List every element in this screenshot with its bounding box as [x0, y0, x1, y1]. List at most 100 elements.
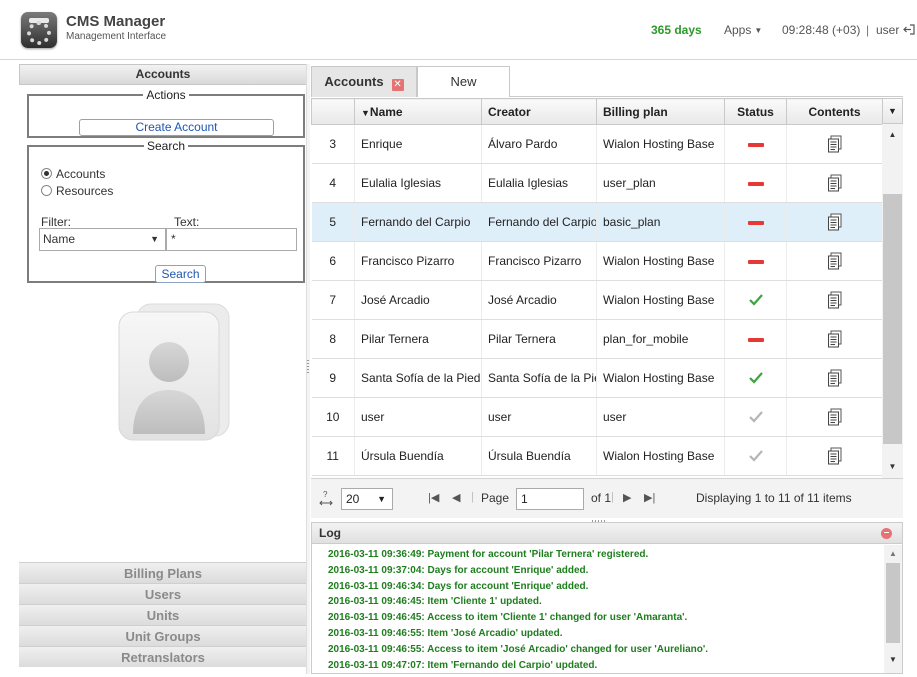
- log-panel: Log – 2016-03-11 09:36:49: Payment for a…: [311, 520, 903, 674]
- scroll-down-icon[interactable]: ▼: [884, 655, 902, 664]
- table-row[interactable]: 3 Enrique Álvaro Pardo Wialon Hosting Base: [311, 124, 883, 164]
- table-row[interactable]: 9 Santa Sofía de la Pied Santa Sofía de la…: [311, 358, 883, 398]
- table-row[interactable]: 11 Úrsula Buendía Úrsula Buendía Wialon Hos…: [311, 436, 883, 476]
- sidebar-item-unit-groups[interactable]: Unit Groups: [19, 625, 307, 646]
- status-blocked-icon[interactable]: [747, 337, 764, 342]
- status-blocked-icon[interactable]: [747, 142, 764, 147]
- scrollbar-thumb[interactable]: [883, 194, 902, 444]
- scroll-down-icon[interactable]: ▼: [882, 462, 903, 471]
- contents-cell[interactable]: [786, 358, 883, 398]
- row-number: 8: [311, 319, 355, 359]
- contents-cell[interactable]: [786, 202, 883, 242]
- contents-document-icon[interactable]: [827, 174, 843, 192]
- close-icon[interactable]: ✕: [391, 79, 404, 91]
- column-header-creator[interactable]: Creator: [481, 98, 597, 125]
- creator-cell: Fernando del Carpio: [481, 202, 597, 242]
- column-header-status[interactable]: Status: [724, 98, 787, 125]
- creator-cell: Úrsula Buendía: [481, 436, 597, 476]
- scrollbar-thumb[interactable]: [886, 563, 900, 643]
- column-header-contents[interactable]: Contents: [786, 98, 883, 125]
- days-remaining[interactable]: 365 days: [651, 23, 702, 37]
- logout-icon[interactable]: [903, 24, 915, 35]
- scroll-up-icon[interactable]: ▲: [882, 130, 903, 139]
- contents-document-icon[interactable]: [827, 213, 843, 231]
- contents-document-icon[interactable]: [827, 369, 843, 387]
- table-row[interactable]: 7 José Arcadio José Arcadio Wialon Hosting …: [311, 280, 883, 320]
- contents-cell[interactable]: [786, 280, 883, 320]
- page-number-input[interactable]: 1: [516, 488, 584, 510]
- log-scrollbar[interactable]: ▲ ▼: [884, 545, 902, 673]
- accounts-section-header[interactable]: Accounts: [19, 64, 307, 85]
- status-active-check-icon[interactable]: [748, 371, 764, 385]
- sidebar-item-billing-plans[interactable]: Billing Plans: [19, 562, 307, 583]
- status-cell[interactable]: [724, 124, 787, 164]
- create-account-button[interactable]: Create Account: [79, 119, 274, 136]
- page-size-select[interactable]: 20 ▼: [341, 488, 393, 510]
- app-header: CMS Manager Management Interface 365 day…: [0, 0, 917, 60]
- contents-cell[interactable]: [786, 436, 883, 476]
- tab-accounts[interactable]: Accounts ✕: [311, 66, 417, 97]
- billing-plan-cell: Wialon Hosting Base: [596, 124, 725, 164]
- column-menu-button[interactable]: ▼: [882, 98, 903, 124]
- radio-accounts[interactable]: Accounts: [41, 167, 105, 181]
- status-cell[interactable]: [724, 202, 787, 242]
- status-blocked-icon[interactable]: [747, 259, 764, 264]
- search-text-input[interactable]: *: [166, 228, 297, 251]
- last-page-icon[interactable]: ▶|: [644, 491, 655, 504]
- log-line: 2016-03-11 09:37:04: Days for account 'E…: [328, 564, 589, 576]
- contents-document-icon[interactable]: [827, 330, 843, 348]
- radio-resources[interactable]: Resources: [41, 184, 113, 198]
- contents-cell[interactable]: [786, 124, 883, 164]
- column-header-billing-plan[interactable]: Billing plan: [596, 98, 725, 125]
- table-row[interactable]: 8 Pilar Ternera Pilar Ternera plan_for_mobi…: [311, 319, 883, 359]
- scroll-up-icon[interactable]: ▲: [884, 549, 902, 558]
- status-cell[interactable]: [724, 397, 787, 437]
- table-row[interactable]: 5 Fernando del Carpio Fernando del Carpio b…: [311, 202, 883, 242]
- column-header-name[interactable]: ▼Name: [354, 98, 482, 125]
- table-row[interactable]: 4 Eulalia Iglesias Eulalia Iglesias user_pl…: [311, 163, 883, 203]
- close-icon[interactable]: –: [881, 528, 892, 539]
- search-button[interactable]: Search: [155, 265, 206, 283]
- billing-plan-cell: plan_for_mobile: [596, 319, 725, 359]
- status-cell[interactable]: [724, 358, 787, 398]
- contents-cell[interactable]: [786, 397, 883, 437]
- grid-scrollbar[interactable]: ▲ ▼: [882, 124, 903, 478]
- log-resize-grip-icon[interactable]: [592, 520, 606, 522]
- tab-new[interactable]: New: [417, 66, 510, 97]
- status-active-check-icon[interactable]: [748, 449, 764, 463]
- status-cell[interactable]: [724, 436, 787, 476]
- sidebar-item-retranslators[interactable]: Retranslators: [19, 646, 307, 667]
- server-time: 09:28:48 (+03): [782, 23, 861, 37]
- user-name[interactable]: user: [876, 23, 899, 37]
- prev-page-icon[interactable]: ◀: [452, 491, 460, 504]
- table-row[interactable]: 6 Francisco Pizarro Francisco Pizarro Wialo…: [311, 241, 883, 281]
- status-active-check-icon[interactable]: [748, 410, 764, 424]
- status-cell[interactable]: [724, 319, 787, 359]
- panel-splitter[interactable]: [306, 64, 310, 674]
- status-blocked-icon[interactable]: [747, 181, 764, 186]
- contents-cell[interactable]: [786, 241, 883, 281]
- sidebar-item-users[interactable]: Users: [19, 583, 307, 604]
- row-number: 10: [311, 397, 355, 437]
- status-cell[interactable]: [724, 280, 787, 320]
- help-resize-icon[interactable]: ?: [319, 490, 333, 508]
- log-line: 2016-03-11 09:46:55: Item 'José Arcadio'…: [328, 627, 563, 639]
- contents-document-icon[interactable]: [827, 447, 843, 465]
- table-row[interactable]: 10 user user user: [311, 397, 883, 437]
- apps-menu[interactable]: Apps ▼: [724, 23, 762, 37]
- status-active-check-icon[interactable]: [748, 293, 764, 307]
- contents-cell[interactable]: [786, 163, 883, 203]
- contents-document-icon[interactable]: [827, 252, 843, 270]
- creator-cell: Santa Sofía de la Pie: [481, 358, 597, 398]
- status-blocked-icon[interactable]: [747, 220, 764, 225]
- first-page-icon[interactable]: |◀: [428, 491, 439, 504]
- status-cell[interactable]: [724, 163, 787, 203]
- status-cell[interactable]: [724, 241, 787, 281]
- contents-cell[interactable]: [786, 319, 883, 359]
- contents-document-icon[interactable]: [827, 291, 843, 309]
- contents-document-icon[interactable]: [827, 408, 843, 426]
- next-page-icon[interactable]: ▶: [623, 491, 631, 504]
- sidebar-item-units[interactable]: Units: [19, 604, 307, 625]
- filter-select[interactable]: Name ▼: [39, 228, 166, 251]
- contents-document-icon[interactable]: [827, 135, 843, 153]
